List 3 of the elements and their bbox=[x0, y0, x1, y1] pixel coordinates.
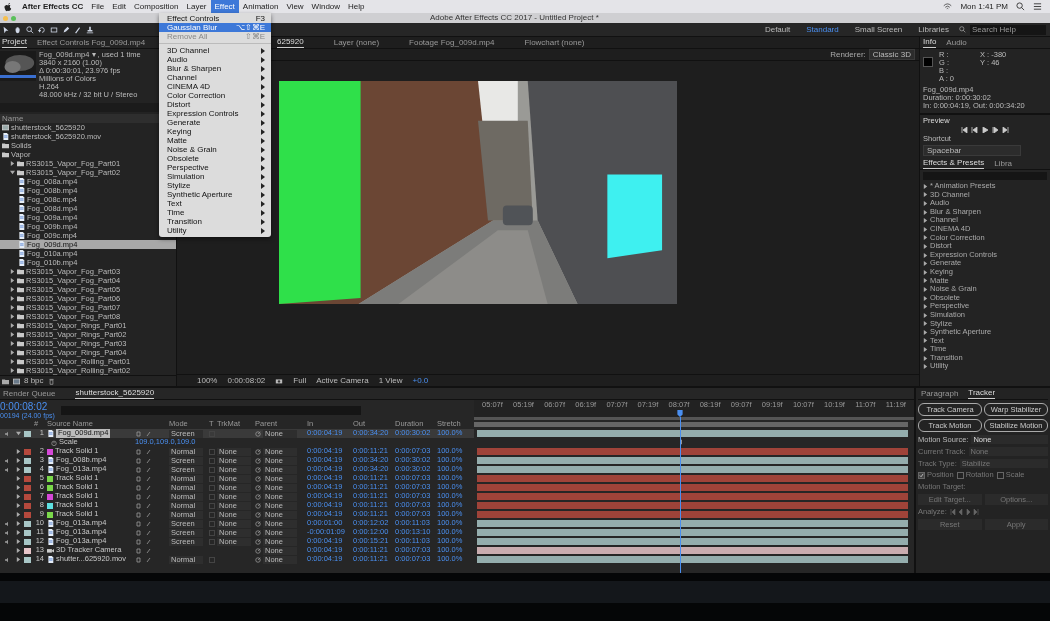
renderer-label: Renderer: bbox=[830, 49, 866, 60]
window-title: Adobe After Effects CC 2017 - Untitled Project * bbox=[430, 13, 599, 23]
menubar-clock: Mon 1:41 PM bbox=[959, 1, 1009, 13]
